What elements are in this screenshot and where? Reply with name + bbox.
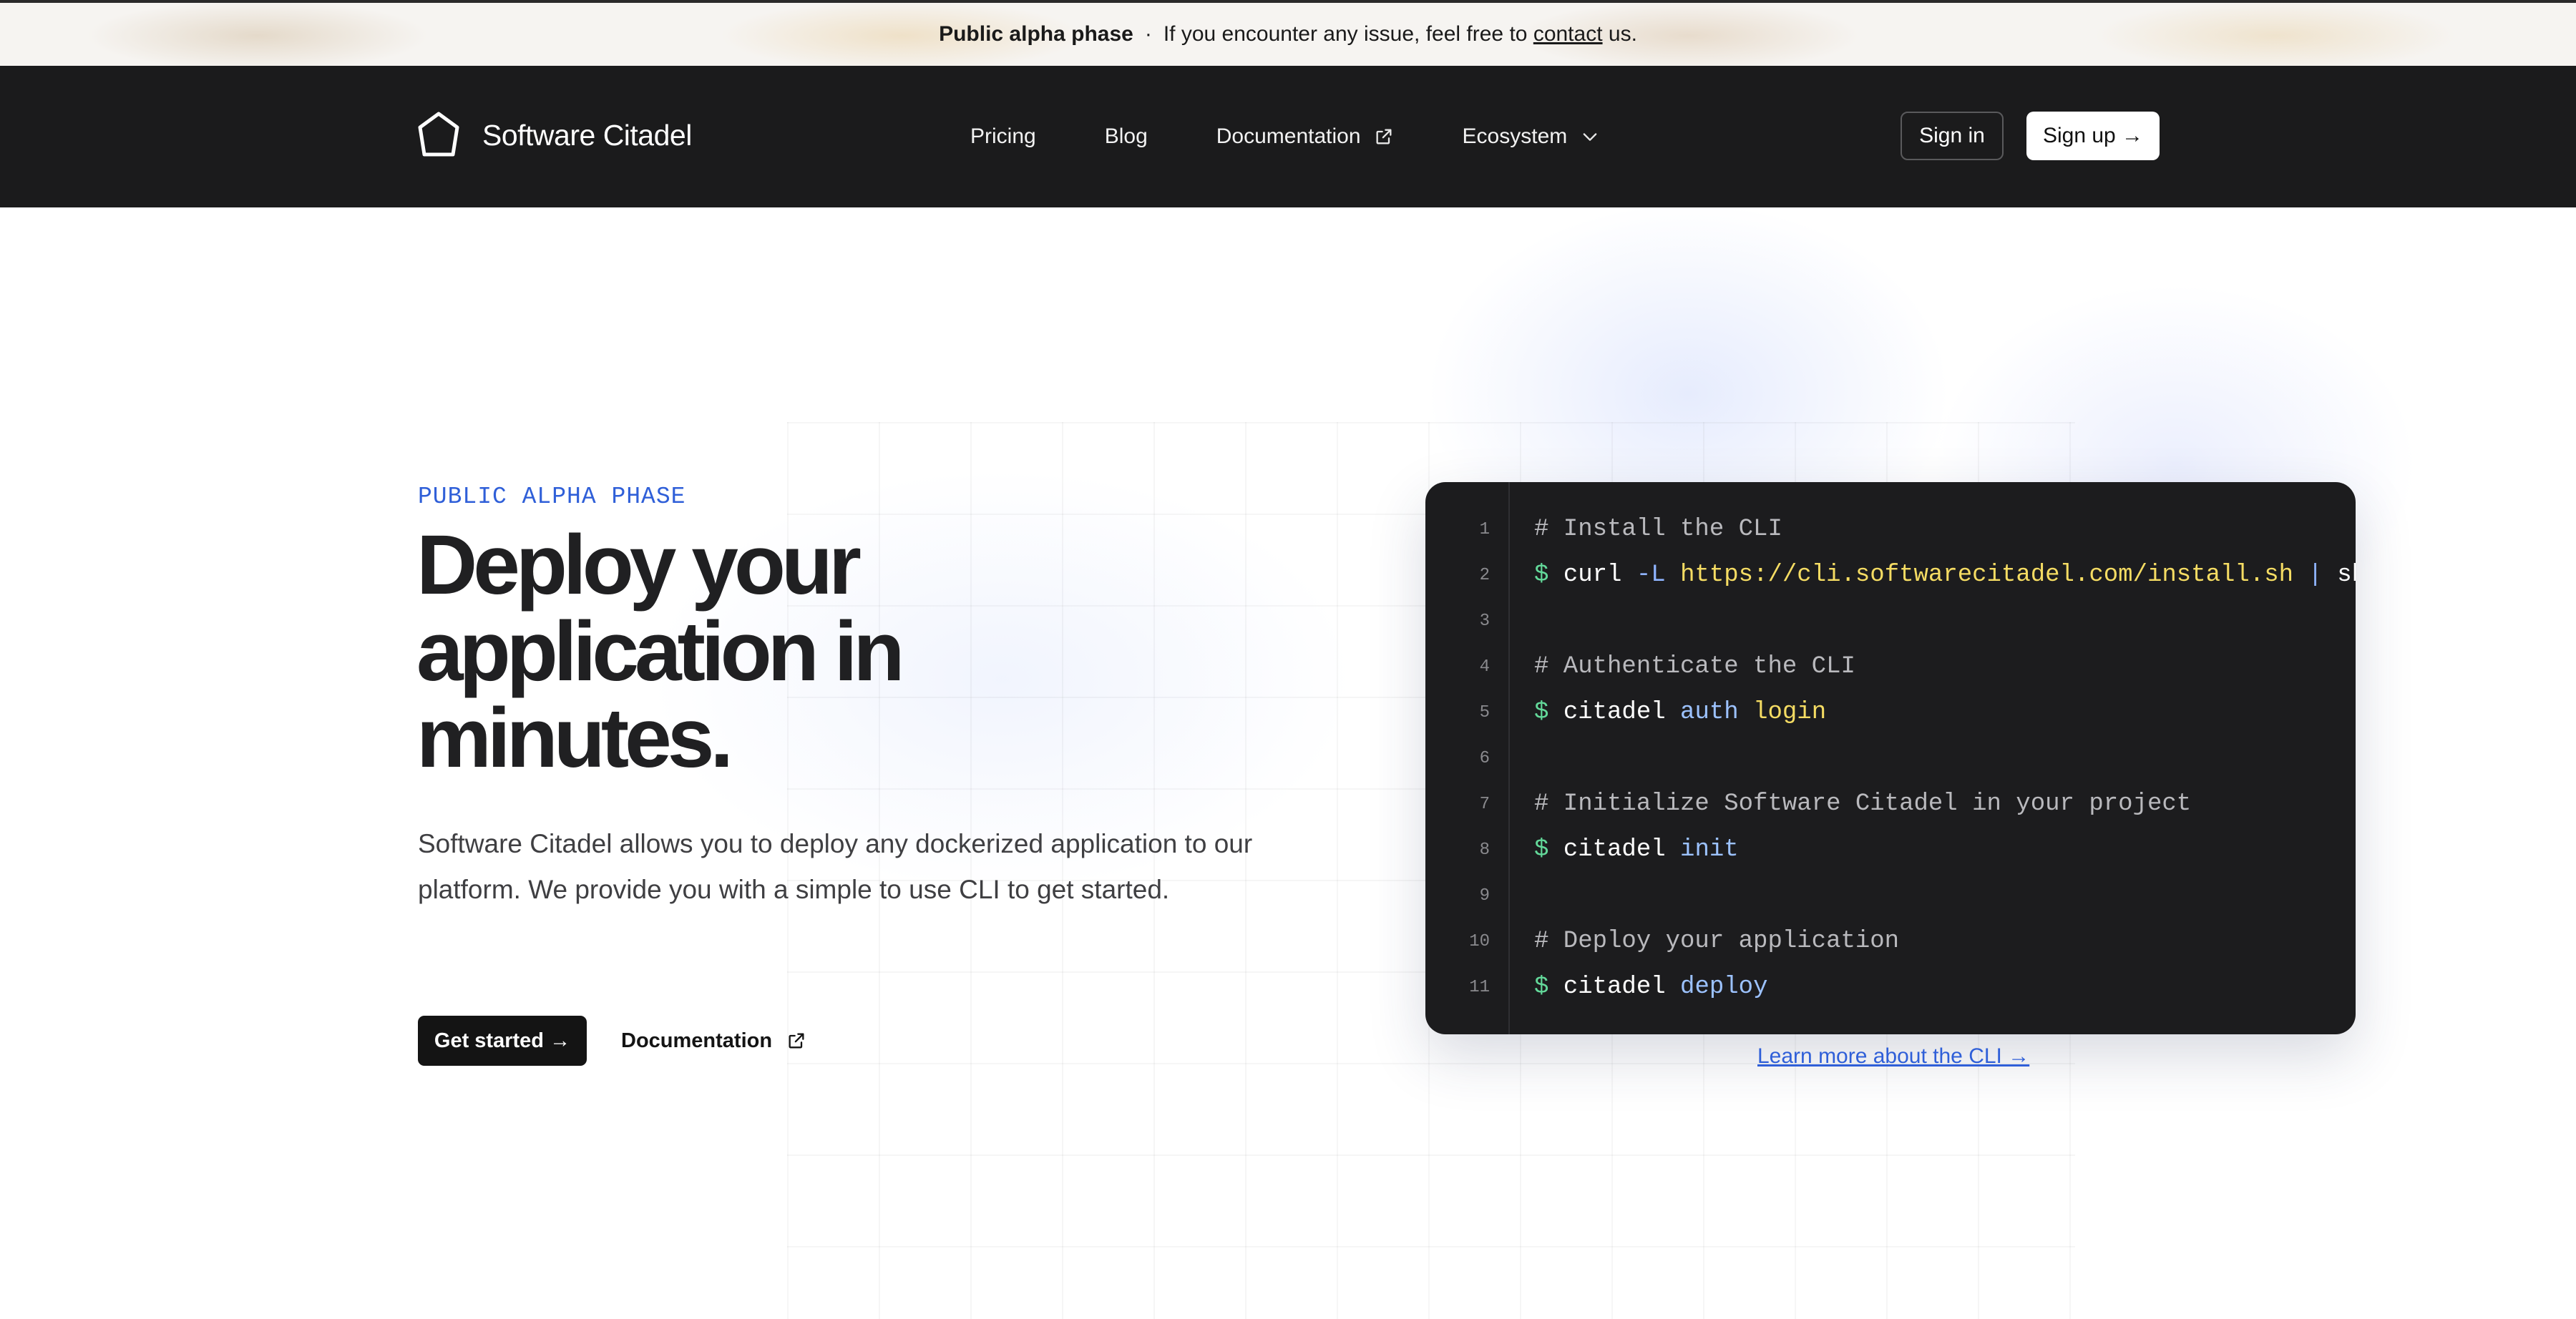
code-comment: # Initialize Software Citadel in your pr… [1534,790,2192,818]
code-subcommand: auth [1680,699,1739,726]
code-line: 4 # Authenticate the CLI [1425,644,2356,690]
nav-links: Pricing Blog Documentation Ecosystem [970,66,1600,207]
banner-separator: · [1144,22,1152,46]
code-line: 10 # Deploy your application [1425,918,2356,964]
hero-headline: Deploy your application in minutes. [416,522,1060,782]
line-number: 11 [1469,977,1490,997]
line-number: 7 [1479,794,1490,814]
code-line: 3 [1425,598,2356,644]
sign-up-button[interactable]: Sign up → [2026,112,2160,160]
chevron-down-icon [1583,133,1597,141]
nav-pricing[interactable]: Pricing [970,124,1036,149]
hero-eyebrow: PUBLIC ALPHA PHASE [418,484,686,510]
code-comment: # Authenticate the CLI [1534,653,1855,680]
documentation-button[interactable]: Documentation [621,1016,806,1066]
code-prompt: $ [1534,699,1549,726]
cli-code-block: 1 # Install the CLI 2 $ curl -L https://… [1425,482,2356,1034]
contact-link[interactable]: contact [1533,22,1603,46]
nav-ecosystem[interactable]: Ecosystem [1463,124,1601,149]
code-command: citadel [1563,699,1666,726]
code-line: 8 $ citadel init [1425,827,2356,873]
line-number: 9 [1479,886,1490,906]
code-line: 1 # Install the CLI [1425,506,2356,552]
headline-line-3: minutes. [416,691,733,785]
code-command: curl [1563,562,1622,589]
line-number: 2 [1479,565,1490,585]
code-comment: # Install the CLI [1534,516,1782,543]
top-nav: Software Citadel Pricing Blog Documentat… [0,66,2576,207]
code-subcommand: init [1680,836,1739,863]
code-prompt: $ [1534,562,1549,589]
code-tail: sh [2337,562,2356,589]
code-command: citadel [1563,974,1666,1001]
nav-blog[interactable]: Blog [1105,124,1148,149]
external-link-icon [789,1033,804,1049]
line-number: 4 [1479,657,1490,677]
nav-blog-label: Blog [1104,124,1148,148]
announcement-banner: Public alpha phase · If you encounter an… [0,0,2576,66]
headline-line-1: Deploy your [416,518,862,612]
nav-ecosystem-label: Ecosystem [1462,124,1568,148]
code-line: 7 # Initialize Software Citadel in your … [1425,781,2356,827]
code-line: 9 [1425,873,2356,918]
code-command: citadel [1563,836,1666,863]
code-prompt: $ [1534,974,1549,1001]
code-subcommand: deploy [1680,974,1768,1001]
documentation-button-label: Documentation [621,1029,773,1052]
banner-title: Public alpha phase [939,22,1133,46]
code-line: 6 [1425,735,2356,781]
code-flag: -L [1636,562,1666,589]
line-number: 5 [1479,702,1490,722]
nav-documentation-label: Documentation [1216,124,1361,148]
line-number: 1 [1479,519,1490,539]
brand-logo[interactable]: Software Citadel [416,110,692,160]
code-line: 11 $ citadel deploy [1425,964,2356,1010]
line-number: 10 [1469,931,1490,951]
nav-pricing-label: Pricing [970,124,1036,148]
code-comment: # Deploy your application [1534,928,1900,955]
headline-line-2: application in [416,604,905,699]
learn-more-cli-link[interactable]: Learn more about the CLI → [1757,1044,2029,1069]
line-number: 3 [1479,611,1490,631]
sign-in-button[interactable]: Sign in [1901,112,2004,160]
external-link-icon [1376,129,1392,144]
hexagon-logo-icon [418,112,459,157]
code-prompt: $ [1534,836,1549,863]
code-line: 5 $ citadel auth login [1425,690,2356,735]
code-argument: login [1753,699,1827,726]
code-pipe: | [2308,562,2323,589]
code-line: 2 $ curl -L https://cli.softwarecitadel.… [1425,552,2356,598]
nav-documentation[interactable]: Documentation [1216,124,1394,149]
get-started-button[interactable]: Get started → [418,1016,587,1066]
line-number: 8 [1479,840,1490,860]
brand-name: Software Citadel [482,118,692,152]
line-number: 6 [1479,748,1490,768]
banner-message-end: us. [1608,22,1637,46]
code-url: https://cli.softwarecitadel.com/install.… [1680,562,2294,589]
hero-description: Software Citadel allows you to deploy an… [418,829,1253,904]
banner-message: If you encounter any issue, feel free to [1163,22,1528,46]
